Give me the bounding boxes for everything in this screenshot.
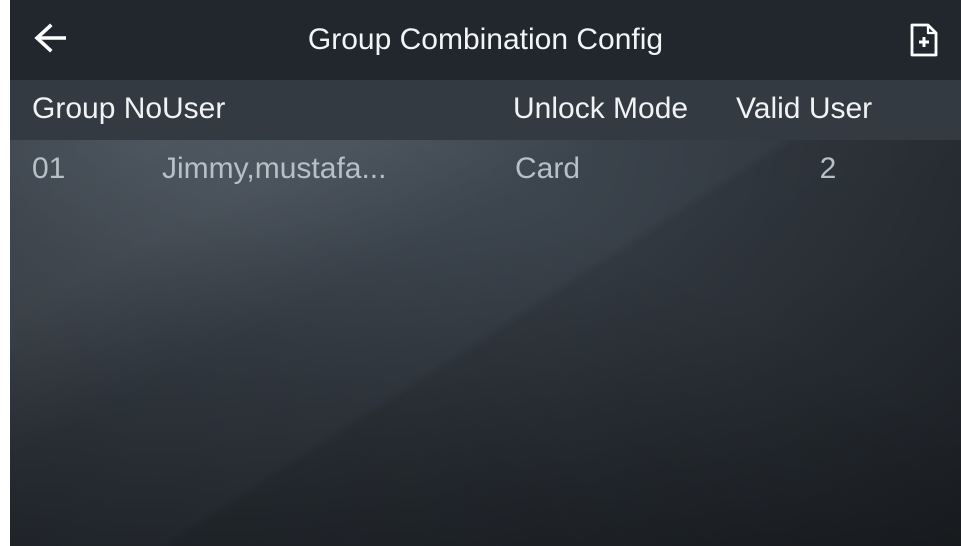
- screen: Group Combination Config Group No User U…: [10, 0, 961, 546]
- cell-unlock-mode: Card: [515, 152, 581, 185]
- add-group-button[interactable]: [897, 16, 951, 64]
- add-file-icon: [910, 23, 938, 57]
- table-row[interactable]: 01 Jimmy,mustafa... Card 2: [10, 140, 961, 200]
- page-title: Group Combination Config: [307, 23, 664, 56]
- table-header: Group No User Unlock Mode Valid User: [10, 80, 961, 140]
- cell-valid-user: 2: [819, 152, 837, 185]
- cell-group-no: 01: [32, 152, 66, 185]
- cell-user: Jimmy,mustafa...: [162, 152, 387, 185]
- column-header-user: User: [162, 92, 226, 125]
- title-bar: Group Combination Config: [10, 0, 961, 80]
- column-header-valid-user: Valid User: [736, 92, 873, 125]
- column-header-unlock-mode: Unlock Mode: [513, 92, 689, 125]
- column-header-group-no: Group No: [32, 92, 163, 125]
